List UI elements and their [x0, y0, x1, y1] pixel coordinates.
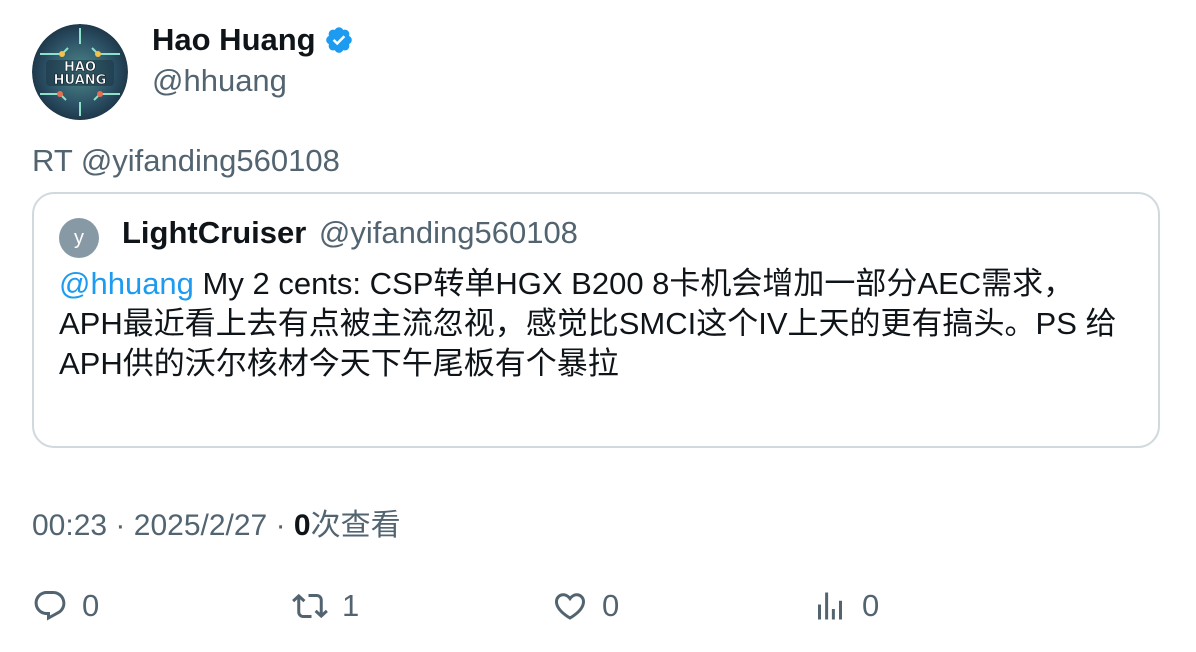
retweet-button[interactable]: 1	[292, 588, 359, 624]
quoted-author-handle[interactable]: @yifanding560108	[319, 215, 578, 250]
reply-icon	[34, 591, 66, 621]
tweet-date[interactable]: 2025/2/27	[134, 509, 267, 542]
quoted-tweet-card[interactable]: y LightCruiser @yifanding560108 @hhuang …	[32, 192, 1160, 448]
views-button[interactable]: 0	[812, 588, 879, 624]
author-avatar[interactable]: HAO HUANG	[32, 24, 128, 120]
like-count: 0	[602, 588, 620, 623]
retweet-count: 1	[342, 588, 360, 623]
heart-icon	[554, 593, 586, 620]
quoted-avatar-letter: y	[74, 226, 84, 249]
quoted-tweet-text: @hhuang My 2 cents: CSP转单HGX B200 8卡机会增加…	[59, 264, 1129, 384]
retweet-icon	[292, 593, 328, 619]
like-button[interactable]: 0	[552, 588, 619, 624]
quoted-author-avatar[interactable]: y	[59, 218, 99, 258]
meta-separator-2: ·	[275, 509, 286, 542]
analytics-icon	[818, 592, 842, 620]
author-name[interactable]: Hao Huang	[152, 22, 316, 58]
quoted-tweet-body: My 2 cents: CSP转单HGX B200 8卡机会增加一部分AEC需求…	[59, 266, 1117, 381]
tweet-time[interactable]: 00:23	[32, 509, 107, 542]
tweet-meta: 00:23 · 2025/2/27 · 0次查看	[32, 500, 401, 544]
views-count: 0	[293, 509, 311, 542]
quoted-author-name[interactable]: LightCruiser	[122, 215, 306, 250]
reply-count: 0	[82, 588, 100, 623]
retweet-source-text: RT @yifanding560108	[32, 143, 340, 178]
author-handle[interactable]: @hhuang	[152, 63, 287, 99]
meta-separator: ·	[115, 509, 126, 542]
quoted-author-row: LightCruiser @yifanding560108	[122, 215, 578, 251]
reply-button[interactable]: 0	[32, 588, 99, 624]
verified-badge-icon	[324, 25, 354, 55]
mention-link[interactable]: @hhuang	[59, 266, 194, 301]
views-label: 次查看	[310, 509, 401, 542]
avatar-text-bottom: HUANG	[54, 73, 107, 88]
views-action-count: 0	[862, 588, 880, 623]
author-name-row[interactable]: Hao Huang	[152, 22, 354, 58]
